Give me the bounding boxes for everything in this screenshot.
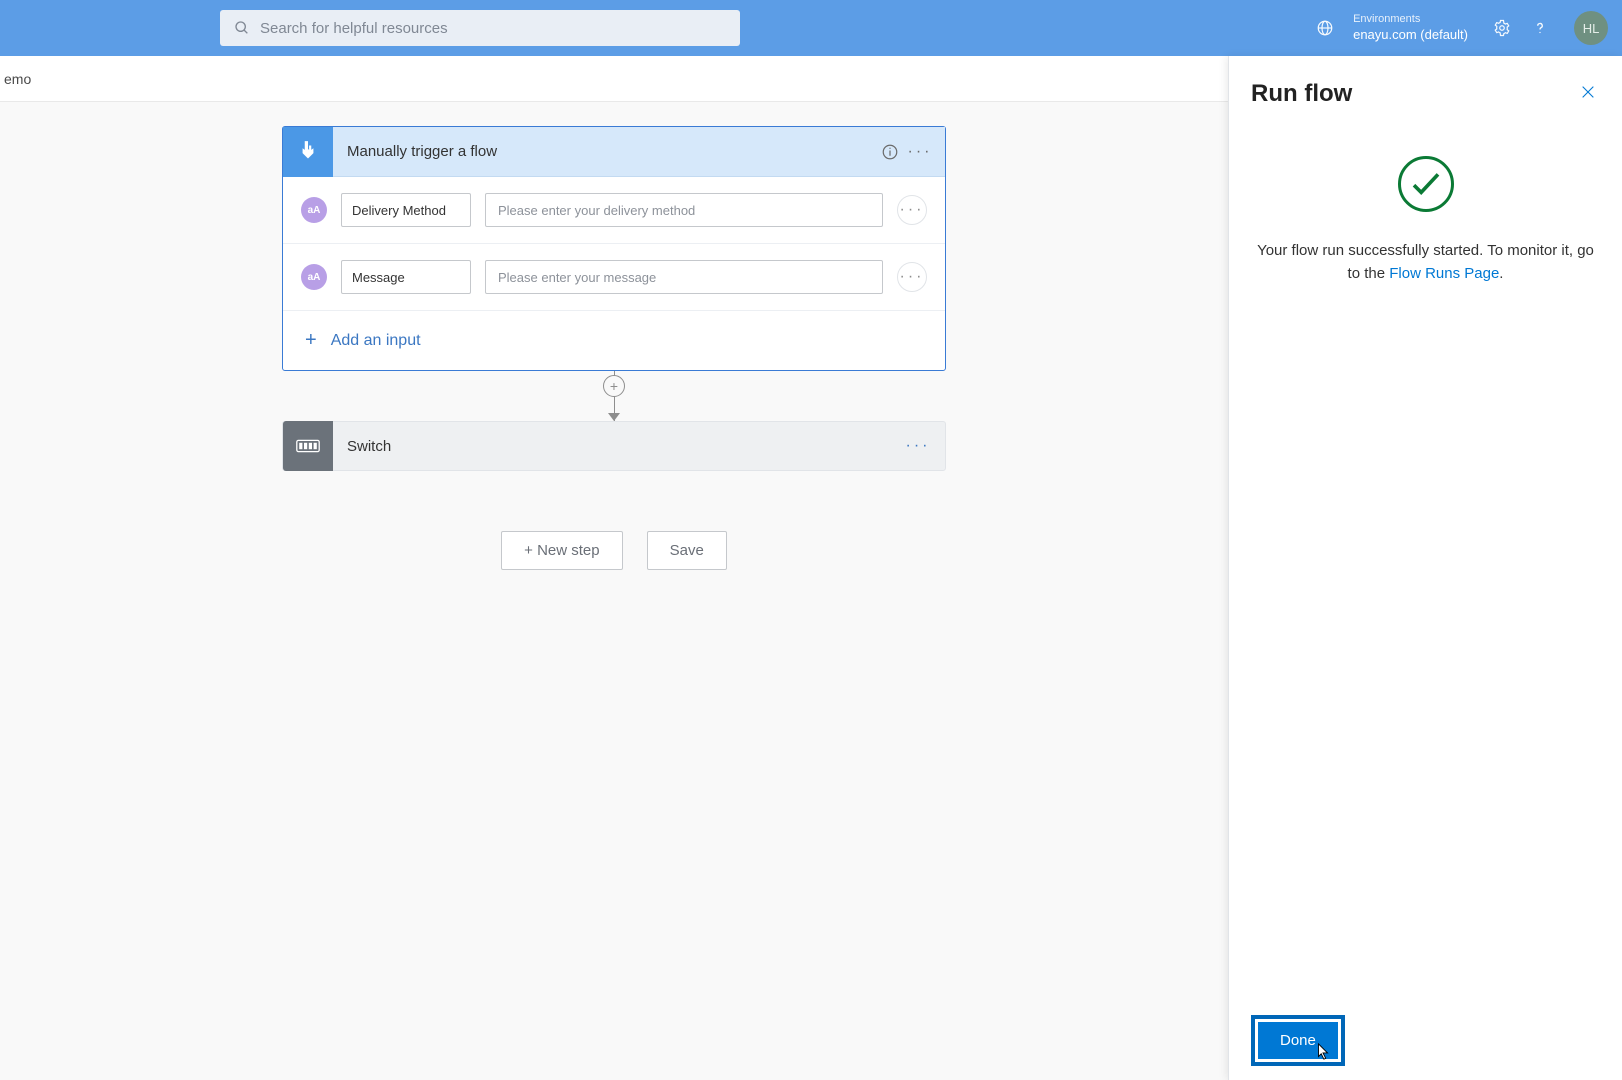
action-title: Switch (333, 438, 903, 455)
search-icon (234, 20, 250, 36)
avatar-initials: HL (1583, 21, 1600, 36)
panel-message: Your flow run successfully started. To m… (1251, 240, 1600, 285)
param-more-icon[interactable] (897, 195, 927, 225)
param-label-input[interactable] (341, 193, 471, 227)
mouse-cursor-icon (1316, 1043, 1330, 1061)
param-label-input[interactable] (341, 260, 471, 294)
close-icon[interactable] (1576, 80, 1600, 104)
help-icon[interactable] (1530, 18, 1550, 38)
app-header: Environments enayu.com (default) HL (0, 0, 1622, 56)
breadcrumb-text: emo (4, 71, 31, 87)
trigger-header[interactable]: Manually trigger a flow (283, 127, 945, 177)
action-card-switch[interactable]: Switch (282, 421, 946, 471)
trigger-title: Manually trigger a flow (333, 143, 875, 160)
text-param-icon: aA (301, 197, 327, 223)
new-step-button[interactable]: + New step (501, 531, 622, 570)
run-flow-panel: Run flow Your flow run successfully star… (1228, 56, 1622, 1080)
success-check-icon (1398, 156, 1454, 212)
add-input-button[interactable]: + Add an input (283, 311, 945, 370)
input-row: aA (283, 177, 945, 244)
param-value-input[interactable] (485, 260, 883, 294)
trigger-card: Manually trigger a flow aA aA (282, 126, 946, 371)
environment-selector[interactable]: Environments enayu.com (default) (1353, 13, 1468, 43)
environment-name: enayu.com (default) (1353, 27, 1468, 43)
search-input[interactable] (260, 20, 726, 37)
settings-icon[interactable] (1492, 18, 1512, 38)
param-more-icon[interactable] (897, 262, 927, 292)
designer-footer: + New step Save (282, 531, 946, 570)
manual-trigger-icon (283, 127, 333, 177)
switch-icon (283, 421, 333, 471)
text-param-icon: aA (301, 264, 327, 290)
add-input-label: Add an input (331, 332, 421, 350)
done-button[interactable]: Done (1258, 1022, 1338, 1059)
step-connector: + (282, 371, 946, 421)
arrow-down-icon (608, 413, 620, 421)
environment-label: Environments (1353, 13, 1468, 27)
done-label: Done (1280, 1032, 1316, 1049)
panel-message-post: . (1499, 265, 1503, 282)
action-more-icon[interactable] (903, 431, 933, 461)
input-row: aA (283, 244, 945, 311)
insert-step-button[interactable]: + (603, 375, 625, 397)
param-value-input[interactable] (485, 193, 883, 227)
trigger-info-icon[interactable] (875, 137, 905, 167)
plus-icon: + (305, 329, 317, 352)
global-search[interactable] (220, 10, 740, 46)
save-button[interactable]: Save (647, 531, 727, 570)
flow-canvas: Manually trigger a flow aA aA (0, 102, 1228, 1080)
environment-icon[interactable] (1315, 18, 1335, 38)
user-avatar[interactable]: HL (1574, 11, 1608, 45)
trigger-more-icon[interactable] (905, 137, 935, 167)
done-button-focus-ring: Done (1251, 1015, 1345, 1066)
flow-runs-link[interactable]: Flow Runs Page (1389, 265, 1499, 282)
panel-title: Run flow (1251, 80, 1352, 108)
